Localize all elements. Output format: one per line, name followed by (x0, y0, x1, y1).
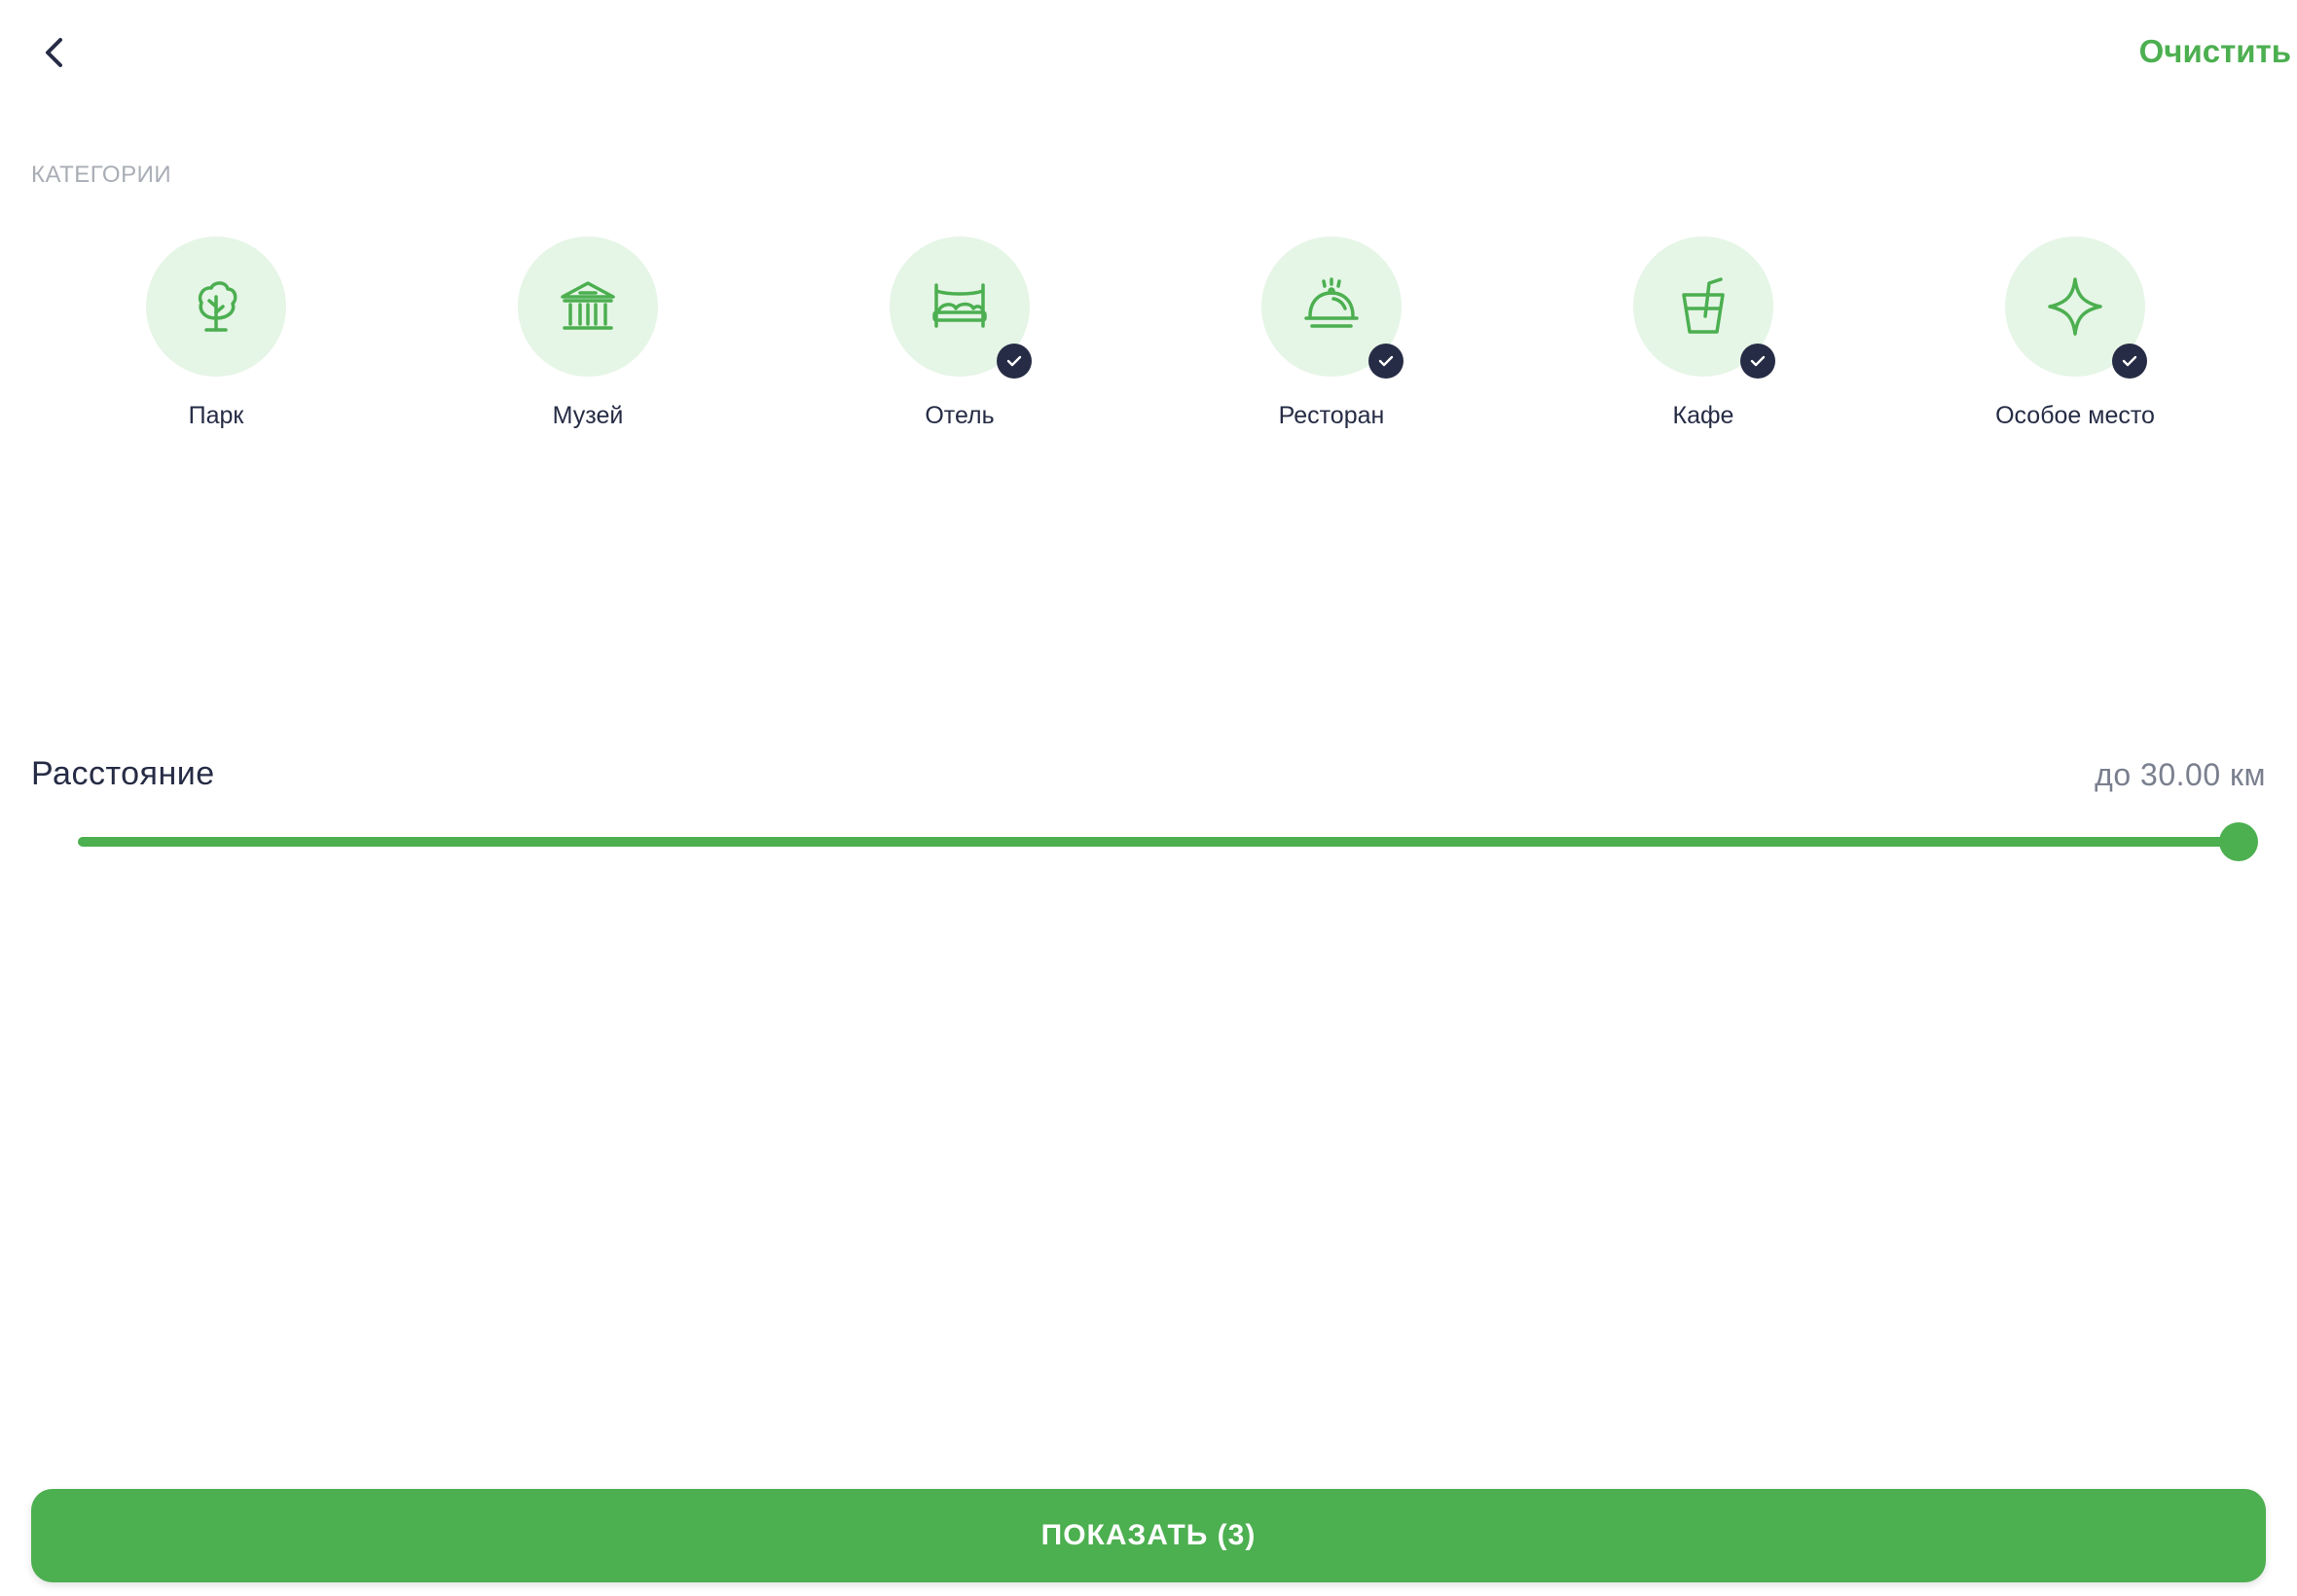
categories-section-label: КАТЕГОРИИ (31, 162, 172, 188)
category-label: Ресторан (1278, 402, 1385, 429)
check-icon (1750, 355, 1766, 367)
bed-icon (932, 283, 987, 328)
slider-thumb[interactable] (2219, 822, 2258, 861)
slider-fill (78, 837, 2239, 847)
check-icon (1006, 355, 1022, 367)
check-icon (1378, 355, 1394, 367)
category-label: Отель (925, 402, 995, 429)
tree-icon (198, 281, 237, 332)
category-icon-circle (1261, 236, 1404, 379)
category-label: Музей (552, 402, 624, 429)
category-special-place[interactable]: Особое место (1949, 236, 2202, 430)
category-icon-circle (146, 236, 286, 377)
category-museum[interactable]: Музей (461, 236, 714, 430)
selected-check-badge (1740, 344, 1775, 379)
category-label: Парк (188, 402, 244, 429)
selected-check-badge (2112, 344, 2147, 379)
category-icon-circle (1633, 236, 1775, 379)
distance-slider[interactable] (78, 822, 2258, 861)
category-icon-circle (2005, 236, 2147, 379)
chevron-left-icon (46, 38, 62, 67)
drink-icon (1682, 277, 1725, 334)
selected-check-badge (997, 344, 1032, 379)
cloche-icon (1304, 277, 1359, 328)
selected-check-badge (1368, 344, 1404, 379)
category-label: Особое место (1995, 402, 2155, 429)
show-results-button[interactable]: ПОКАЗАТЬ (3) (31, 1489, 2266, 1582)
category-cafe[interactable]: Кафе (1577, 236, 1830, 430)
category-hotel[interactable]: Отель (833, 236, 1086, 430)
category-label: Кафе (1672, 402, 1734, 429)
museum-icon (561, 281, 615, 330)
distance-value: до 30.00 км (2095, 757, 2266, 792)
sparkle-icon (2048, 277, 2102, 336)
distance-title: Расстояние (31, 755, 215, 792)
filter-screen: Очистить КАТЕГОРИИ Парк Музей Отель Рест… (0, 0, 2297, 1596)
categories-row: Парк Музей Отель Ресторан Кафе Особое ме… (31, 236, 2266, 451)
category-icon-circle (890, 236, 1032, 379)
category-icon-circle (518, 236, 658, 377)
clear-button[interactable]: Очистить (2139, 33, 2291, 70)
category-restaurant[interactable]: Ресторан (1205, 236, 1458, 430)
back-button[interactable] (31, 29, 78, 76)
check-icon (2122, 355, 2137, 367)
category-park[interactable]: Парк (90, 236, 343, 430)
